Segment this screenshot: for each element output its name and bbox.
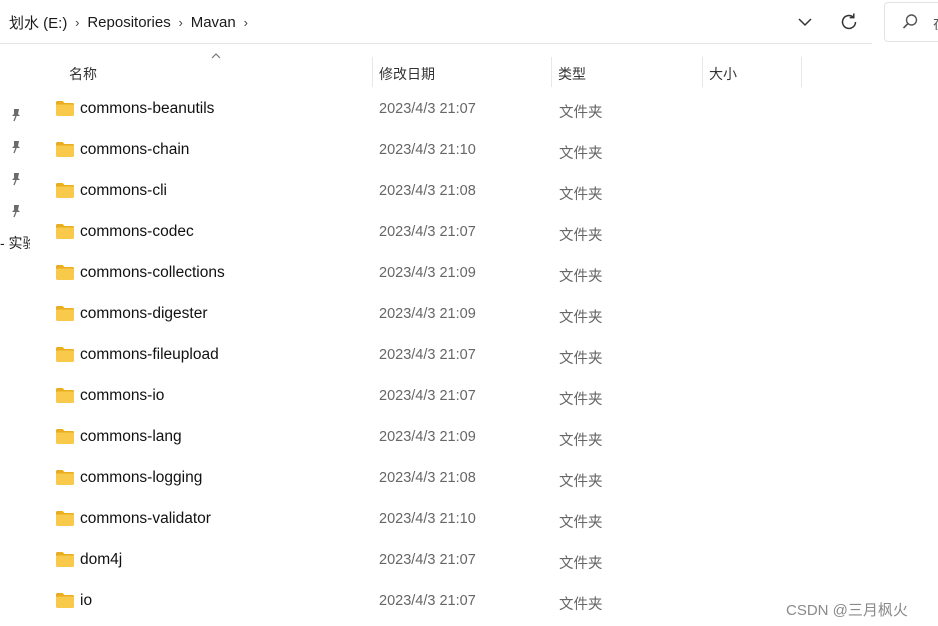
file-type: 文件夹 [559,228,603,244]
column-header-date-label: 修改日期 [379,66,435,82]
breadcrumb: 划水 (E:) › Repositories › Mavan › [9,12,256,33]
search-icon [902,14,918,29]
watermark: CSDN @三月枫火 [786,602,908,619]
folder-icon [55,264,75,281]
refresh-icon[interactable] [838,11,860,33]
folder-icon [55,141,75,158]
file-name: commons-collections [80,264,225,281]
folder-icon [55,551,75,568]
file-modified-date: 2023/4/3 21:08 [379,183,476,199]
navigation-pane [0,44,30,626]
file-modified-date: 2023/4/3 21:07 [379,224,476,240]
folder-icon [55,346,75,363]
file-type: 文件夹 [559,187,603,203]
file-type: 文件夹 [559,433,603,449]
file-type: 文件夹 [559,105,603,121]
file-name: commons-fileupload [80,346,219,363]
search-input[interactable]: 在 [884,2,938,42]
file-type: 文件夹 [559,474,603,490]
file-name: commons-io [80,387,165,404]
folder-icon [55,182,75,199]
pin-icon[interactable] [9,204,23,218]
column-header-size[interactable]: 大小 [703,57,801,87]
file-type: 文件夹 [559,146,603,162]
file-name: commons-cli [80,182,167,199]
file-modified-date: 2023/4/3 21:10 [379,142,476,158]
folder-icon [55,305,75,322]
column-header-name[interactable]: 名称 [36,57,372,87]
file-modified-date: 2023/4/3 21:07 [379,593,476,609]
file-modified-date: 2023/4/3 21:10 [379,511,476,527]
file-row[interactable]: commons-validator 2023/4/3 21:10 文件夹 [36,499,872,540]
file-row[interactable]: commons-logging 2023/4/3 21:08 文件夹 [36,458,872,499]
pin-icon[interactable] [9,108,23,122]
file-name: dom4j [80,551,123,568]
folder-icon [55,592,75,609]
file-type: 文件夹 [559,556,603,572]
folder-icon [55,428,75,445]
file-name: commons-lang [80,428,182,445]
file-type: 文件夹 [559,269,603,285]
folder-icon [55,510,75,527]
file-name: io [80,592,93,609]
chevron-right-icon[interactable]: › [236,15,256,30]
file-modified-date: 2023/4/3 21:07 [379,552,476,568]
file-row[interactable]: commons-lang 2023/4/3 21:09 文件夹 [36,417,872,458]
file-modified-date: 2023/4/3 21:09 [379,429,476,445]
file-row[interactable]: dom4j 2023/4/3 21:07 文件夹 [36,540,872,581]
file-row[interactable]: io 2023/4/3 21:07 文件夹 [36,581,872,622]
breadcrumb-item-drive[interactable]: 划水 (E:) [9,12,67,33]
chevron-right-icon[interactable]: › [67,15,87,30]
column-divider[interactable] [801,57,802,87]
file-row[interactable]: commons-collections 2023/4/3 21:09 文件夹 [36,253,872,294]
file-row[interactable]: commons-digester 2023/4/3 21:09 文件夹 [36,294,872,335]
column-header-type-label: 类型 [558,66,586,82]
file-type: 文件夹 [559,310,603,326]
file-name: commons-logging [80,469,203,486]
file-row[interactable]: commons-codec 2023/4/3 21:07 文件夹 [36,212,872,253]
pin-icon[interactable] [9,172,23,186]
file-modified-date: 2023/4/3 21:07 [379,388,476,404]
file-modified-date: 2023/4/3 21:07 [379,101,476,117]
pin-icon[interactable] [9,140,23,154]
file-type: 文件夹 [559,597,603,613]
file-name: commons-codec [80,223,194,240]
file-row[interactable]: commons-fileupload 2023/4/3 21:07 文件夹 [36,335,872,376]
file-row[interactable]: commons-io 2023/4/3 21:07 文件夹 [36,376,872,417]
column-header-type[interactable]: 类型 [552,57,702,87]
file-type: 文件夹 [559,392,603,408]
nav-item-label[interactable]: - 实验 [0,233,30,253]
file-modified-date: 2023/4/3 21:09 [379,306,476,322]
folder-icon [55,100,75,117]
address-bar[interactable]: 划水 (E:) › Repositories › Mavan › [0,0,872,44]
file-type: 文件夹 [559,351,603,367]
file-row[interactable]: commons-chain 2023/4/3 21:10 文件夹 [36,130,872,171]
file-modified-date: 2023/4/3 21:07 [379,347,476,363]
file-modified-date: 2023/4/3 21:08 [379,470,476,486]
file-row[interactable]: commons-beanutils 2023/4/3 21:07 文件夹 [36,89,872,130]
file-name: commons-beanutils [80,100,215,117]
column-header-date[interactable]: 修改日期 [373,57,551,87]
column-header-name-label: 名称 [69,66,97,82]
folder-icon [55,469,75,486]
chevron-right-icon[interactable]: › [171,15,191,30]
file-type: 文件夹 [559,515,603,531]
folder-icon [55,387,75,404]
file-row[interactable]: commons-cli 2023/4/3 21:08 文件夹 [36,171,872,212]
chevron-down-icon[interactable] [795,12,815,32]
file-name: commons-digester [80,305,208,322]
breadcrumb-item-repositories[interactable]: Repositories [87,14,170,31]
folder-icon [55,223,75,240]
file-name: commons-validator [80,510,211,527]
search-placeholder: 在 [933,14,938,34]
breadcrumb-item-mavan[interactable]: Mavan [191,14,236,31]
file-name: commons-chain [80,141,190,158]
file-modified-date: 2023/4/3 21:09 [379,265,476,281]
column-header-size-label: 大小 [709,66,737,82]
